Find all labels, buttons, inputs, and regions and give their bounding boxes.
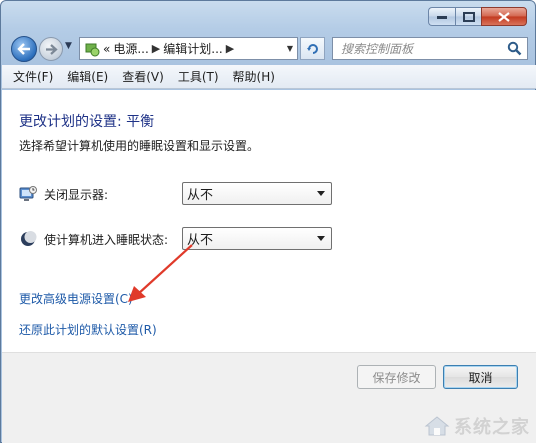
address-dropdown-icon[interactable]: ▼ [287, 44, 293, 53]
setting-row-display: 关闭显示器: [19, 185, 108, 203]
menu-file[interactable]: 文件(F) [6, 68, 60, 85]
page-title: 更改计划的设置: 平衡 [19, 114, 155, 130]
sleep-select[interactable]: 从不 [182, 227, 332, 250]
forward-arrow-icon [45, 43, 58, 55]
advanced-power-settings-link[interactable]: 更改高级电源设置(C) [19, 290, 133, 307]
close-button[interactable] [481, 7, 527, 26]
control-panel-icon [85, 43, 100, 56]
menu-help[interactable]: 帮助(H) [226, 68, 282, 85]
sleep-moon-icon [21, 231, 37, 246]
search-icon[interactable] [507, 41, 522, 56]
minimize-icon [437, 15, 447, 19]
crumb-separator-icon[interactable]: ▶ [152, 42, 160, 55]
recent-pages-dropdown[interactable]: ▼ [65, 41, 72, 51]
chevron-down-icon [317, 236, 325, 241]
cancel-button[interactable]: 取消 [443, 365, 518, 389]
save-changes-button[interactable]: 保存修改 [357, 365, 436, 389]
maximize-icon [462, 11, 475, 22]
refresh-icon [306, 43, 318, 54]
forward-button[interactable] [39, 37, 63, 61]
display-off-value: 从不 [187, 188, 214, 203]
crumb-power-options[interactable]: 电源... [113, 40, 148, 57]
menu-view[interactable]: 查看(V) [115, 68, 171, 85]
minimize-button[interactable] [428, 7, 455, 26]
close-icon [498, 11, 510, 22]
restore-defaults-link[interactable]: 还原此计划的默认设置(R) [19, 321, 157, 338]
window-frame: ▼ « 电源... ▶ 编辑计划... ▶ ▼ 搜索控制面板 文件(F) 编辑(… [0, 0, 536, 443]
page-description: 选择希望计算机使用的睡眠设置和显示设置。 [19, 139, 260, 153]
footer-bar: 保存修改 取消 系统之家 [2, 352, 536, 443]
menu-tools[interactable]: 工具(T) [171, 68, 226, 85]
display-off-label: 关闭显示器: [44, 187, 109, 202]
monitor-icon [19, 186, 37, 201]
menu-edit[interactable]: 编辑(E) [60, 68, 115, 85]
caption-buttons [428, 7, 527, 26]
address-bar[interactable]: « 电源... ▶ 编辑计划... ▶ ▼ [79, 37, 298, 60]
back-button[interactable] [11, 36, 37, 62]
crumb-edit-plan[interactable]: 编辑计划... [163, 40, 222, 57]
maximize-button[interactable] [455, 7, 481, 26]
search-box[interactable]: 搜索控制面板 [332, 37, 528, 60]
annotation-arrow [128, 244, 193, 302]
chevron-down-icon [317, 191, 325, 196]
content-pane: 更改计划的设置: 平衡 选择希望计算机使用的睡眠设置和显示设置。 关闭显示器: … [2, 90, 536, 352]
house-logo-icon [424, 416, 450, 436]
address-overflow[interactable]: « [103, 42, 110, 56]
display-off-select[interactable]: 从不 [182, 182, 332, 205]
watermark-text: 系统之家 [454, 417, 530, 438]
refresh-button[interactable] [300, 37, 325, 60]
back-arrow-icon [17, 43, 30, 55]
menu-bar: 文件(F) 编辑(E) 查看(V) 工具(T) 帮助(H) [2, 65, 536, 89]
search-input[interactable]: 搜索控制面板 [341, 40, 413, 57]
watermark-logo: 系统之家 [424, 413, 530, 439]
crumb-separator-icon[interactable]: ▶ [226, 42, 234, 55]
